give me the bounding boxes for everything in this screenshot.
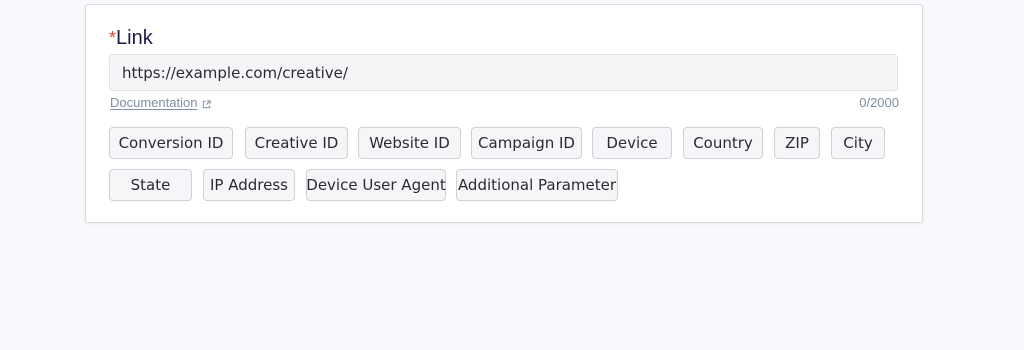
parameter-chip-zip[interactable]: ZIP	[774, 127, 820, 159]
documentation-link[interactable]: Documentation	[110, 95, 212, 111]
link-url-input[interactable]	[109, 54, 898, 91]
parameter-chip-campaign-id[interactable]: Campaign ID	[471, 127, 582, 159]
parameter-chip-conversion-id[interactable]: Conversion ID	[109, 127, 233, 159]
parameter-chip-device[interactable]: Device	[592, 127, 672, 159]
parameter-chip-website-id[interactable]: Website ID	[358, 127, 461, 159]
link-label-text: Link	[116, 27, 153, 49]
parameter-chip-ip-address[interactable]: IP Address	[203, 169, 295, 201]
parameter-chip-device-user-agent[interactable]: Device User Agent	[306, 169, 446, 201]
parameter-chip-country[interactable]: Country	[683, 127, 763, 159]
external-link-icon	[203, 99, 212, 108]
parameter-chip-city[interactable]: City	[831, 127, 885, 159]
required-asterisk: *	[109, 28, 117, 48]
link-field-label: *Link	[109, 26, 153, 50]
link-form-card: *Link Documentation 0/2000 Conversion ID…	[85, 4, 923, 223]
documentation-link-text: Documentation	[110, 95, 198, 110]
character-counter: 0/2000	[859, 95, 899, 110]
parameter-chip-additional-parameter[interactable]: Additional Parameter	[456, 169, 618, 201]
parameter-chip-creative-id[interactable]: Creative ID	[245, 127, 348, 159]
parameter-chip-state[interactable]: State	[109, 169, 192, 201]
